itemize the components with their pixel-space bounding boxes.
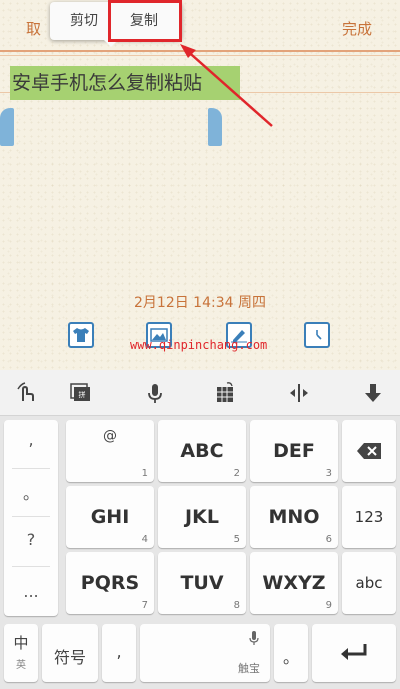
key-number: 1 xyxy=(141,468,148,479)
key-number: 7 xyxy=(141,600,148,611)
grid-icon[interactable] xyxy=(212,380,238,406)
space-brand-label: 触宝 xyxy=(238,662,260,675)
punctuation-column: , 。 ? ... xyxy=(4,420,58,616)
key-number: 2 xyxy=(233,468,240,479)
key-6-mno[interactable]: MNO 6 xyxy=(250,486,338,548)
key-4-ghi[interactable]: GHI 4 xyxy=(66,486,154,548)
lang-sub-label: 英 xyxy=(16,660,26,671)
key-2-abc[interactable]: ABC 2 xyxy=(158,420,246,482)
shirt-icon[interactable] xyxy=(68,322,94,348)
divider xyxy=(12,516,50,517)
keyboard-switch-icon[interactable]: 拼 xyxy=(68,380,94,406)
key-label: 。 xyxy=(282,648,299,667)
annotation-arrow xyxy=(180,44,273,127)
svg-text:拼: 拼 xyxy=(79,390,86,399)
key-number: 9 xyxy=(325,600,332,611)
key-number: 3 xyxy=(325,468,332,479)
key-label: @ xyxy=(103,428,117,444)
key-number: 5 xyxy=(233,534,240,545)
clock-icon[interactable] xyxy=(304,322,330,348)
soft-keyboard: 拼 , 。 ? ... @ 1 ABC 2 DEF 3 GHI 4 JKL 5 … xyxy=(0,370,400,689)
punct-ellipsis-key[interactable]: ... xyxy=(4,582,58,601)
note-date: 2月12日 14:34 周四 xyxy=(134,295,266,311)
divider xyxy=(12,468,50,469)
key-label: 符号 xyxy=(53,648,86,667)
abc-mode-key[interactable]: abc xyxy=(342,552,396,614)
backspace-icon xyxy=(342,420,396,482)
handwriting-icon[interactable] xyxy=(14,380,40,406)
key-7-pqrs[interactable]: PQRS 7 xyxy=(66,552,154,614)
lang-main-label: 中 xyxy=(13,634,29,652)
language-switch-key[interactable]: 中 英 xyxy=(4,624,38,682)
note-area: 取 完成 安卓手机怎么复制粘贴 剪切 复制 2月12日 14:34 周四 www… xyxy=(0,0,400,370)
key-label: , xyxy=(116,642,122,661)
symbol-key[interactable]: 符号 xyxy=(42,624,98,682)
key-8-tuv[interactable]: TUV 8 xyxy=(158,552,246,614)
punct-question-key[interactable]: ? xyxy=(4,530,58,549)
key-number: 4 xyxy=(141,534,148,545)
cursor-move-icon[interactable] xyxy=(286,380,312,406)
key-number: 8 xyxy=(233,600,240,611)
comma-key[interactable]: , xyxy=(102,624,136,682)
key-number: 6 xyxy=(325,534,332,545)
hide-keyboard-icon[interactable] xyxy=(360,380,386,406)
enter-key[interactable] xyxy=(312,624,396,682)
divider xyxy=(12,566,50,567)
enter-icon xyxy=(312,642,396,662)
mic-icon[interactable] xyxy=(142,380,168,406)
space-key[interactable]: 触宝 xyxy=(140,624,270,682)
watermark: www.qinpinchang.com xyxy=(130,338,268,352)
key-label: 123 xyxy=(354,508,384,526)
backspace-key[interactable] xyxy=(342,420,396,482)
key-1[interactable]: @ 1 xyxy=(66,420,154,482)
key-3-def[interactable]: DEF 3 xyxy=(250,420,338,482)
key-9-wxyz[interactable]: WXYZ 9 xyxy=(250,552,338,614)
number-mode-key[interactable]: 123 xyxy=(342,486,396,548)
key-label: abc xyxy=(355,574,383,592)
key-5-jkl[interactable]: JKL 5 xyxy=(158,486,246,548)
keyboard-toolbar: 拼 xyxy=(0,370,400,416)
punct-period-key[interactable]: 。 xyxy=(4,480,58,504)
period-key[interactable]: 。 xyxy=(274,624,308,682)
mic-icon xyxy=(248,630,260,650)
punct-comma-key[interactable]: , xyxy=(4,430,58,449)
